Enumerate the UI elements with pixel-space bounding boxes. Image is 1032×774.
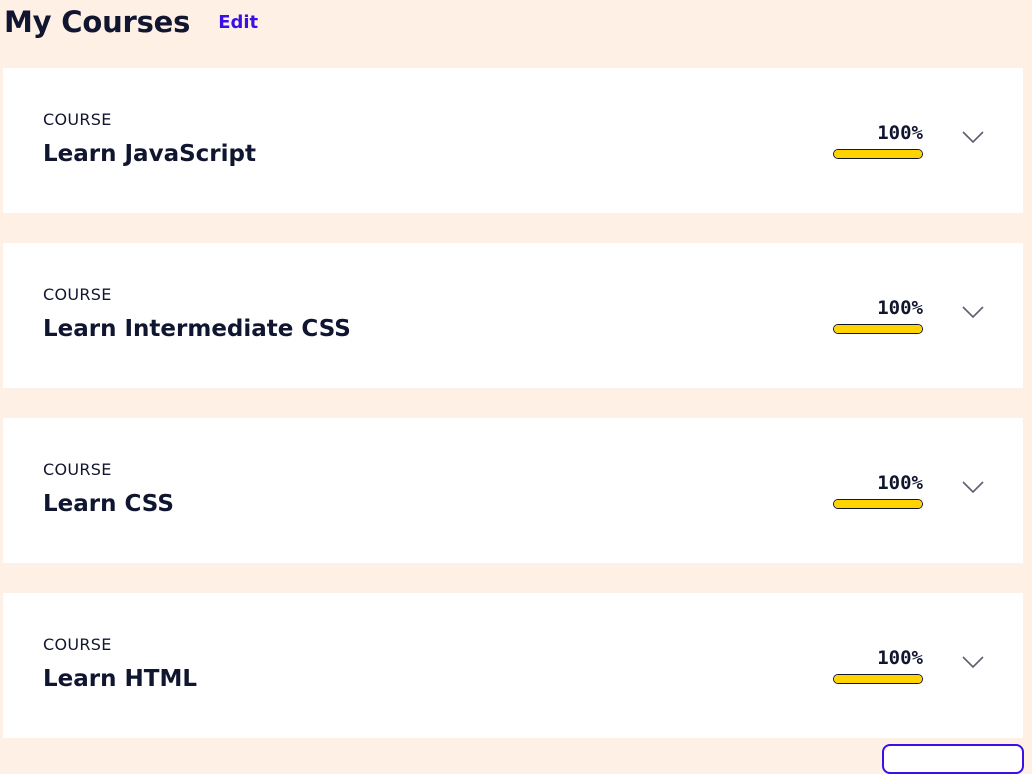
course-kind-label: COURSE — [43, 635, 112, 654]
course-progress: 100% — [833, 122, 923, 159]
progress-bar — [833, 149, 923, 159]
course-title: Learn JavaScript — [43, 141, 256, 167]
chevron-down-icon[interactable] — [960, 129, 986, 145]
chevron-down-icon[interactable] — [960, 304, 986, 320]
partial-button[interactable] — [882, 744, 1024, 774]
progress-bar-fill — [834, 150, 922, 158]
course-card[interactable]: COURSE Learn Intermediate CSS 100% — [3, 243, 1023, 388]
chevron-down-icon[interactable] — [960, 479, 986, 495]
progress-percent: 100% — [877, 472, 923, 494]
progress-bar — [833, 674, 923, 684]
course-card[interactable]: COURSE Learn JavaScript 100% — [3, 68, 1023, 213]
edit-link[interactable]: Edit — [218, 12, 258, 33]
progress-percent: 100% — [877, 647, 923, 669]
page-title: My Courses — [4, 5, 191, 39]
progress-percent: 100% — [877, 122, 923, 144]
course-card[interactable]: COURSE Learn CSS 100% — [3, 418, 1023, 563]
progress-bar — [833, 499, 923, 509]
progress-bar — [833, 324, 923, 334]
course-progress: 100% — [833, 297, 923, 334]
page-header: My Courses Edit — [4, 0, 258, 44]
course-kind-label: COURSE — [43, 460, 112, 479]
course-progress: 100% — [833, 647, 923, 684]
course-title: Learn Intermediate CSS — [43, 316, 351, 342]
course-kind-label: COURSE — [43, 110, 112, 129]
chevron-down-icon[interactable] — [960, 654, 986, 670]
course-card[interactable]: COURSE Learn HTML 100% — [3, 593, 1023, 738]
course-progress: 100% — [833, 472, 923, 509]
course-title: Learn HTML — [43, 666, 197, 692]
progress-percent: 100% — [877, 297, 923, 319]
course-list: COURSE Learn JavaScript 100% COURSE Lear… — [3, 68, 1023, 768]
progress-bar-fill — [834, 325, 922, 333]
progress-bar-fill — [834, 675, 922, 683]
course-kind-label: COURSE — [43, 285, 112, 304]
progress-bar-fill — [834, 500, 922, 508]
course-title: Learn CSS — [43, 491, 174, 517]
